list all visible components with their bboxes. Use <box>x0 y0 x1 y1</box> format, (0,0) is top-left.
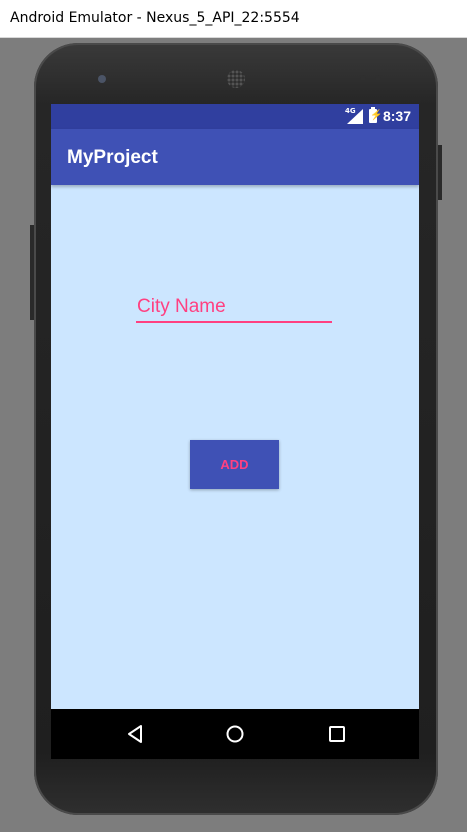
recents-icon[interactable] <box>325 722 349 746</box>
signal-icon: 4G <box>344 106 363 124</box>
window-title: Android Emulator - Nexus_5_API_22:5554 <box>10 10 300 26</box>
app-bar: MyProject <box>51 129 419 185</box>
back-icon[interactable] <box>123 722 147 746</box>
navigation-bar <box>51 709 419 759</box>
add-button[interactable]: ADD <box>190 440 279 489</box>
speaker-grille <box>227 70 245 88</box>
home-icon[interactable] <box>223 722 247 746</box>
battery-icon: ⚡ <box>368 107 383 123</box>
app-title: MyProject <box>67 147 158 168</box>
network-type: 4G <box>344 106 356 115</box>
light-sensor <box>375 75 381 81</box>
city-name-input[interactable] <box>136 293 332 323</box>
emulator-title-bar[interactable]: Android Emulator - Nexus_5_API_22:5554 <box>0 0 467 38</box>
device-screen: 4G ⚡ 8:37 MyProject ADD <box>51 104 419 759</box>
status-bar: 4G ⚡ 8:37 <box>51 104 419 129</box>
status-time: 8:37 <box>382 108 411 124</box>
front-camera-icon <box>98 75 106 83</box>
proximity-sensor <box>360 75 366 81</box>
